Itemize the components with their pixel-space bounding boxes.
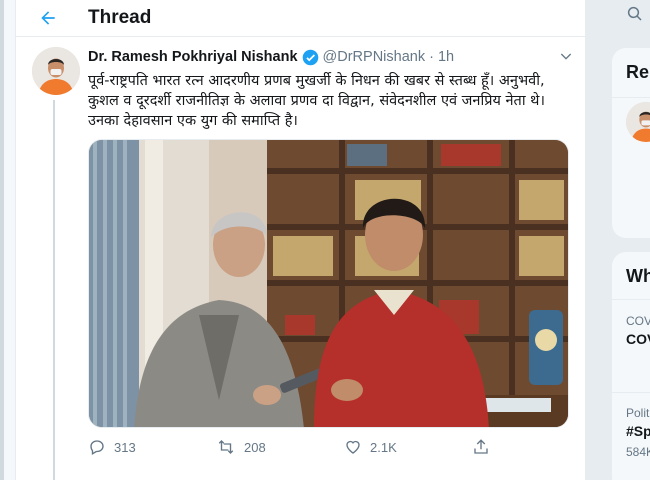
retweet-button[interactable]: 208 — [216, 438, 344, 456]
arrow-left-icon — [41, 11, 55, 25]
trend-count: 584K — [626, 445, 650, 459]
separator-dot: · — [429, 49, 434, 65]
verified-badge-icon — [302, 49, 319, 66]
retweet-icon — [218, 440, 234, 454]
reply-button[interactable]: 313 — [88, 438, 216, 456]
trend-category: Polit — [626, 406, 650, 420]
page-title: Thread — [88, 7, 152, 28]
left-nav-edge — [0, 0, 16, 480]
avatar[interactable] — [626, 102, 650, 142]
user-handle[interactable]: @DrRPNishank — [323, 49, 426, 65]
trend-name: COV — [626, 331, 650, 347]
tweet-text: पूर्व-राष्ट्रपति भारत रत्न आदरणीय प्रणब … — [88, 73, 545, 129]
trend-item[interactable]: COV COV — [626, 314, 650, 347]
heart-icon — [346, 440, 360, 454]
back-button[interactable] — [28, 3, 68, 33]
thread-line — [53, 100, 55, 480]
main-column: Thread Dr. Ramesh Pokhriyal Nishank @DrR… — [16, 0, 586, 480]
share-button[interactable] — [472, 438, 502, 456]
search-icon — [627, 6, 642, 21]
photo-two-men-shaking-hands — [89, 140, 568, 427]
scrollbar-track — [0, 0, 4, 480]
tweet-header: Dr. Ramesh Pokhriyal Nishank @DrRPNishan… — [88, 46, 574, 68]
thread-header: Thread — [16, 0, 586, 37]
display-name[interactable]: Dr. Ramesh Pokhriyal Nishank — [88, 49, 298, 65]
trend-name: #Sp — [626, 423, 650, 439]
tweet[interactable]: Dr. Ramesh Pokhriyal Nishank @DrRPNishan… — [16, 38, 586, 480]
reply-count: 313 — [114, 439, 136, 455]
more-options-button[interactable] — [558, 48, 574, 68]
tweet-photo[interactable] — [88, 139, 569, 428]
trend-item[interactable]: Polit #Sp 584K — [626, 406, 650, 459]
share-icon — [474, 439, 488, 454]
card-title: Wh — [626, 266, 650, 286]
tweet-time[interactable]: 1h — [438, 49, 454, 65]
like-button[interactable]: 2.1K — [344, 438, 472, 456]
right-sidebar: Re Wh COV COV Polit #Sp 584K — [600, 0, 650, 480]
whats-happening-card: Wh COV COV Polit #Sp 584K — [612, 252, 650, 480]
tweet-actions: 313 208 2.1K — [88, 438, 508, 456]
retweet-count: 208 — [244, 439, 266, 455]
reply-icon — [90, 440, 104, 455]
search-input[interactable] — [612, 0, 650, 32]
avatar[interactable] — [32, 47, 80, 95]
like-count: 2.1K — [370, 439, 397, 455]
relevant-people-card: Re — [612, 48, 650, 238]
chevron-down-icon — [560, 53, 572, 60]
card-title: Re — [626, 62, 650, 82]
trend-category: COV — [626, 314, 650, 328]
